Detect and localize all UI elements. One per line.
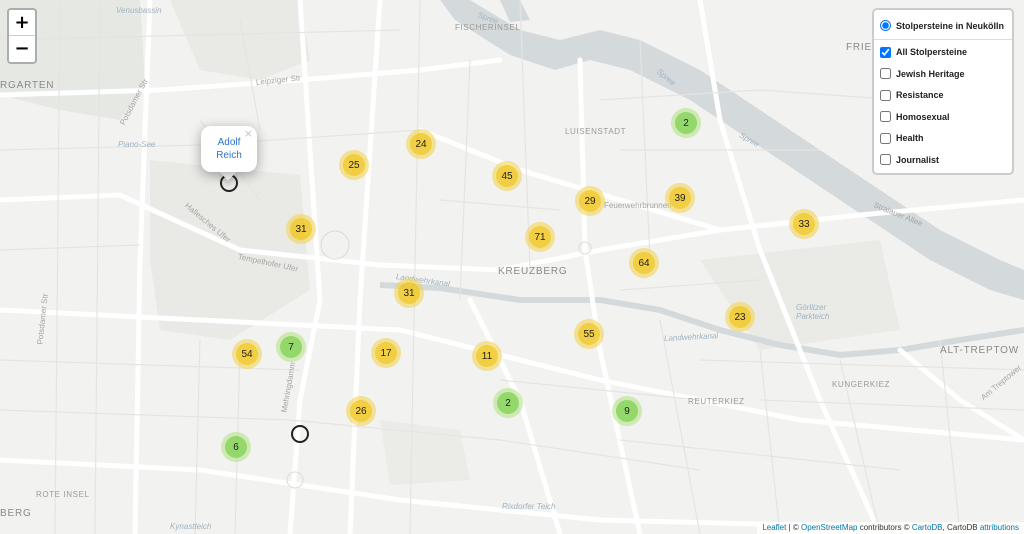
cluster-count: 55 bbox=[578, 323, 600, 345]
overlay-label: Journalist bbox=[896, 154, 940, 165]
cluster-count: 39 bbox=[669, 187, 691, 209]
overlay-label: Resistance bbox=[896, 90, 944, 101]
place-label: ROTE INSEL bbox=[36, 490, 90, 499]
place-label: FISCHERINSEL bbox=[455, 23, 521, 32]
cluster-marker[interactable]: 11 bbox=[472, 341, 502, 371]
cluster-marker[interactable]: 9 bbox=[612, 396, 642, 426]
cluster-marker[interactable]: 29 bbox=[575, 186, 605, 216]
zoom-control: + − bbox=[7, 8, 37, 64]
overlay-label: Jewish Heritage bbox=[896, 68, 965, 79]
marker-popup: Adolf Reich × bbox=[201, 126, 257, 172]
place-label: RGARTEN bbox=[0, 80, 55, 91]
cluster-marker[interactable]: 2 bbox=[671, 108, 701, 138]
cluster-count: 11 bbox=[476, 345, 498, 367]
cluster-count: 64 bbox=[633, 252, 655, 274]
water-label: Kynastteich bbox=[170, 522, 212, 531]
overlay-option[interactable]: Jewish Heritage bbox=[880, 63, 1006, 85]
base-layer-label: Stolpersteine in Neukölln bbox=[896, 20, 1005, 31]
layer-control: Stolpersteine in Neukölln All Stolperste… bbox=[872, 8, 1014, 175]
cluster-marker[interactable]: 2 bbox=[493, 388, 523, 418]
overlay-label: All Stolpersteine bbox=[896, 47, 968, 58]
cluster-marker[interactable]: 31 bbox=[394, 278, 424, 308]
water-label: Venusbassin bbox=[116, 6, 162, 15]
place-label: LUISENSTADT bbox=[565, 127, 627, 136]
cluster-count: 33 bbox=[793, 213, 815, 235]
cluster-marker[interactable]: 64 bbox=[629, 248, 659, 278]
overlay-checkbox[interactable] bbox=[880, 46, 891, 58]
zoom-out-button[interactable]: − bbox=[9, 36, 35, 62]
attribution-text: | © bbox=[786, 523, 801, 532]
overlay-option[interactable]: Resistance bbox=[880, 85, 1006, 107]
zoom-in-button[interactable]: + bbox=[9, 10, 35, 36]
map-canvas[interactable]: FISCHERINSEL LUISENSTADT KREUZBERG REUTE… bbox=[0, 0, 1024, 534]
water-label: Rixdorfer Teich bbox=[502, 502, 556, 511]
place-label: KREUZBERG bbox=[498, 266, 568, 277]
cluster-marker[interactable]: 7 bbox=[276, 332, 306, 362]
popup-line: Reich bbox=[216, 150, 242, 161]
popup-close-button[interactable]: × bbox=[244, 127, 253, 140]
cluster-count: 25 bbox=[343, 154, 365, 176]
cluster-marker[interactable]: 33 bbox=[789, 209, 819, 239]
base-layer-radio[interactable] bbox=[880, 20, 891, 32]
place-label: ALT-TREPTOW bbox=[940, 345, 1019, 356]
overlay-checkbox[interactable] bbox=[880, 111, 891, 123]
cluster-marker[interactable]: 31 bbox=[286, 214, 316, 244]
attribution-text: contributors © bbox=[857, 523, 912, 532]
base-layer-option[interactable]: Stolpersteine in Neukölln bbox=[880, 15, 1006, 37]
place-label: REUTERKIEZ bbox=[688, 397, 745, 406]
place-label: BERG bbox=[0, 508, 32, 519]
layer-separator bbox=[874, 38, 1012, 40]
cartodb-link[interactable]: CartoDB bbox=[912, 523, 943, 532]
cluster-count: 31 bbox=[290, 218, 312, 240]
cluster-count: 9 bbox=[616, 400, 638, 422]
cluster-marker[interactable]: 71 bbox=[525, 222, 555, 252]
cluster-count: 24 bbox=[410, 133, 432, 155]
cluster-marker[interactable]: 39 bbox=[665, 183, 695, 213]
stolperstein-marker[interactable] bbox=[291, 425, 309, 443]
street-label: Feuerwehrbrunnen bbox=[604, 201, 672, 210]
cluster-marker[interactable]: 17 bbox=[371, 338, 401, 368]
overlay-checkbox[interactable] bbox=[880, 68, 891, 80]
cluster-marker[interactable]: 25 bbox=[339, 150, 369, 180]
overlay-option[interactable]: Journalist bbox=[880, 149, 1006, 171]
water-label: Görlitzer Parkteich bbox=[796, 303, 830, 321]
cluster-marker[interactable]: 24 bbox=[406, 129, 436, 159]
cluster-marker[interactable]: 26 bbox=[346, 396, 376, 426]
cluster-count: 26 bbox=[350, 400, 372, 422]
cluster-marker[interactable]: 23 bbox=[725, 302, 755, 332]
overlay-option[interactable]: All Stolpersteine bbox=[880, 42, 1006, 64]
cluster-count: 2 bbox=[675, 112, 697, 134]
cluster-marker[interactable]: 55 bbox=[574, 319, 604, 349]
overlay-checkbox[interactable] bbox=[880, 132, 891, 144]
cluster-count: 45 bbox=[496, 165, 518, 187]
cluster-count: 29 bbox=[579, 190, 601, 212]
cluster-marker[interactable]: 54 bbox=[232, 339, 262, 369]
cluster-count: 7 bbox=[280, 336, 302, 358]
cluster-count: 54 bbox=[236, 343, 258, 365]
overlay-checkbox[interactable] bbox=[880, 154, 891, 166]
overlay-option[interactable]: Health bbox=[880, 128, 1006, 150]
osm-link[interactable]: OpenStreetMap bbox=[801, 523, 857, 532]
cluster-marker[interactable]: 6 bbox=[221, 432, 251, 462]
attributions-link[interactable]: attributions bbox=[980, 523, 1019, 532]
leaflet-link[interactable]: Leaflet bbox=[762, 523, 786, 532]
cluster-count: 17 bbox=[375, 342, 397, 364]
place-label: KUNGERKIEZ bbox=[832, 380, 891, 389]
overlay-option[interactable]: Homosexual bbox=[880, 106, 1006, 128]
map-attribution: Leaflet | © OpenStreetMap contributors ©… bbox=[757, 522, 1024, 534]
water-label: Piano-See bbox=[118, 140, 156, 149]
overlay-label: Health bbox=[896, 133, 924, 144]
cluster-marker[interactable]: 45 bbox=[492, 161, 522, 191]
cluster-count: 6 bbox=[225, 436, 247, 458]
overlay-label: Homosexual bbox=[896, 111, 950, 122]
overlay-checkbox[interactable] bbox=[880, 89, 891, 101]
attribution-text: , CartoDB bbox=[942, 523, 980, 532]
cluster-count: 2 bbox=[497, 392, 519, 414]
cluster-count: 71 bbox=[529, 226, 551, 248]
cluster-count: 23 bbox=[729, 306, 751, 328]
cluster-count: 31 bbox=[398, 282, 420, 304]
